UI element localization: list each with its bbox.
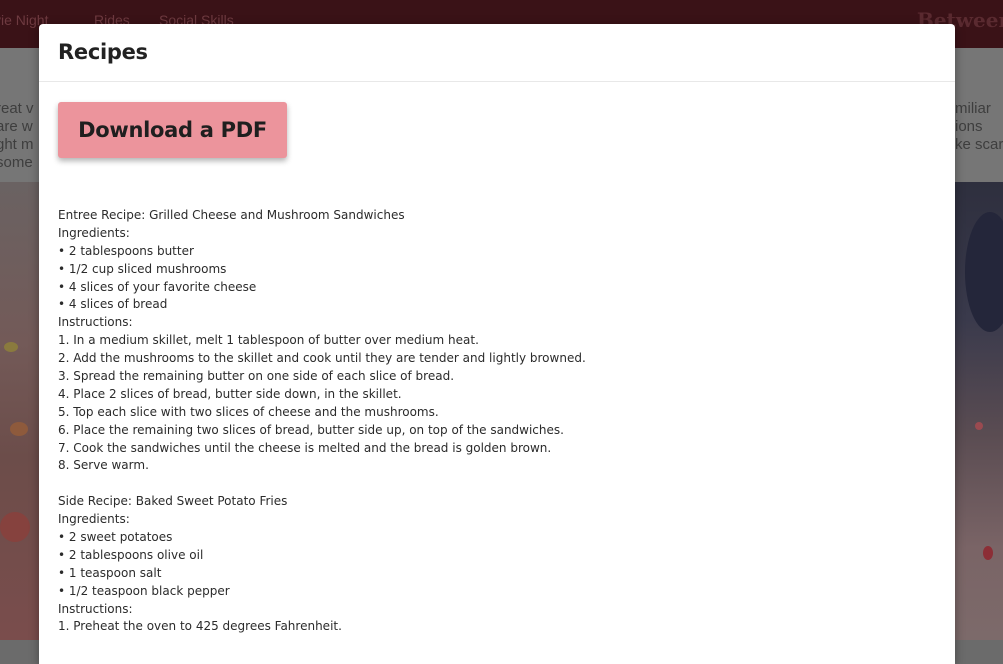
intro-text-line: miliar — [955, 100, 991, 117]
instruction-step: 7. Cook the sandwiches until the cheese … — [58, 440, 552, 455]
ingredient-item: • 2 tablespoons butter — [58, 243, 194, 258]
instruction-step: 2. Add the mushrooms to the skillet and … — [58, 351, 586, 366]
intro-text-line: ions — [955, 118, 983, 135]
instructions-heading: Instructions: — [58, 601, 133, 616]
splash-shape — [975, 422, 983, 430]
ingredient-item: • 1/2 cup sliced mushrooms — [58, 261, 227, 276]
modal-header: Recipes — [39, 24, 955, 82]
ingredient-item: • 1/2 teaspoon black pepper — [58, 583, 230, 598]
ingredients-heading: Ingredients: — [58, 512, 130, 527]
recipes-modal: Recipes Download a PDF Entree Recipe: Gr… — [39, 24, 955, 664]
ingredients-heading: Ingredients: — [58, 225, 130, 240]
instructions-heading: Instructions: — [58, 315, 133, 330]
side-recipe-title: Side Recipe: Baked Sweet Potato Fries — [58, 494, 288, 509]
entree-recipe-title: Entree Recipe: Grilled Cheese and Mushro… — [58, 208, 405, 222]
intro-text-line: reat v — [0, 100, 34, 117]
splash-shape — [965, 212, 1003, 332]
instruction-step: 6. Place the remaining two slices of bre… — [58, 422, 564, 437]
splash-shape — [983, 546, 993, 560]
instruction-step: 5. Top each slice with two slices of che… — [58, 404, 439, 419]
splash-shape — [10, 422, 28, 436]
instruction-step: 3. Spread the remaining butter on one si… — [58, 369, 455, 384]
background-image-left — [0, 182, 40, 640]
recipe-content: Entree Recipe: Grilled Cheese and Mushro… — [58, 207, 928, 636]
instruction-step: 8. Serve warm. — [58, 458, 149, 473]
splash-shape — [0, 512, 30, 542]
download-pdf-button[interactable]: Download a PDF — [58, 102, 287, 158]
modal-title: Recipes — [58, 40, 148, 64]
intro-text-line: are w — [0, 118, 33, 135]
ingredient-item: • 4 slices of bread — [58, 297, 168, 312]
instruction-step: 1. Preheat the oven to 425 degrees Fahre… — [58, 619, 342, 634]
ingredient-item: • 4 slices of your favorite cheese — [58, 279, 257, 294]
intro-text-line: ke scar — [955, 136, 1003, 153]
intro-text-left: reat v are w ght m some — [0, 100, 41, 172]
ingredient-item: • 1 teaspoon salt — [58, 565, 162, 580]
ingredient-item: • 2 tablespoons olive oil — [58, 547, 204, 562]
intro-text-line: some — [0, 154, 33, 171]
intro-text-right: miliar ions ke scar — [955, 100, 1003, 154]
background-image-right — [955, 182, 1003, 640]
splash-shape — [4, 342, 18, 352]
instruction-step: 1. In a medium skillet, melt 1 tablespoo… — [58, 333, 479, 348]
instruction-step: 4. Place 2 slices of bread, butter side … — [58, 386, 402, 401]
section-spacer — [58, 475, 928, 493]
intro-text-line: ght m — [0, 136, 34, 153]
ingredient-item: • 2 sweet potatoes — [58, 530, 173, 545]
